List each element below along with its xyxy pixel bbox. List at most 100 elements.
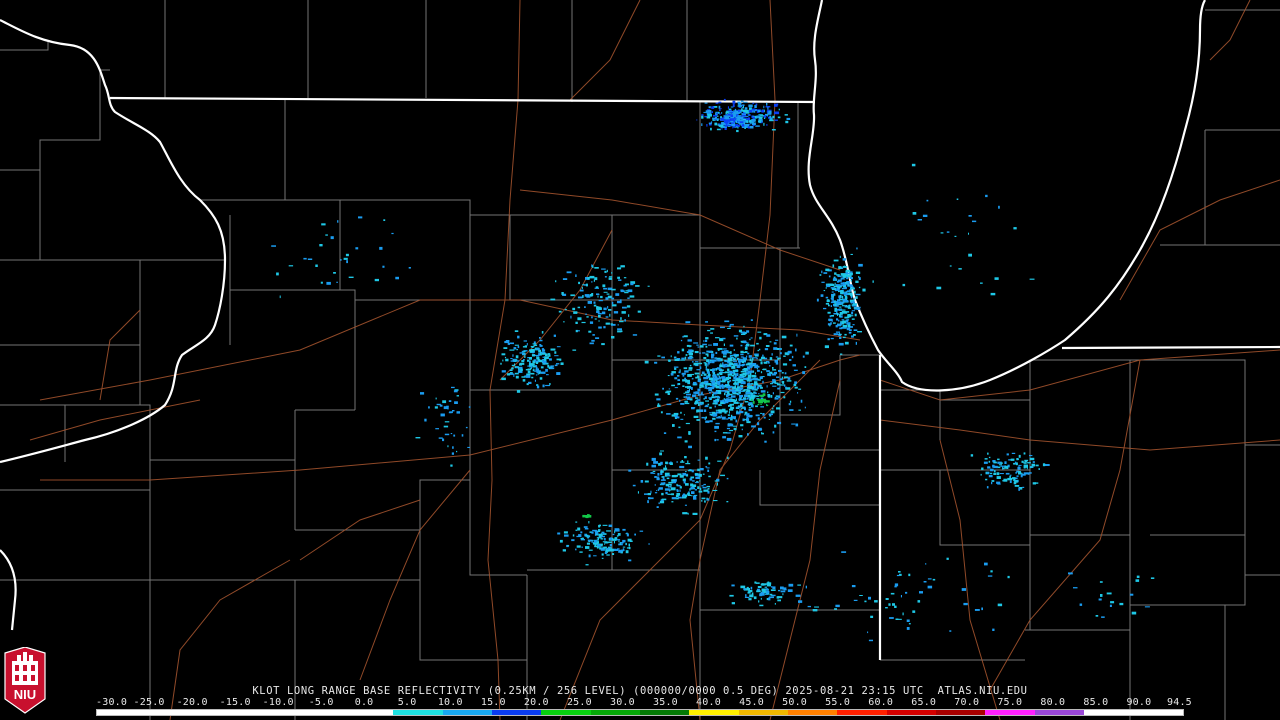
echo-pixel: [1073, 587, 1078, 589]
echo-pixel: [814, 606, 819, 608]
echo-pixel: [756, 342, 759, 345]
echo-pixel: [687, 512, 689, 515]
echo-pixel: [746, 330, 750, 333]
echo-pixel: [832, 294, 836, 296]
echo-pixel: [595, 531, 599, 534]
echo-pixel: [765, 113, 768, 116]
echo-pixel: [789, 344, 793, 347]
echo-pixel: [729, 408, 734, 411]
echo-pixel: [829, 315, 832, 318]
echo-pixel: [1004, 465, 1009, 468]
echo-pixel: [577, 306, 581, 309]
echo-pixel: [714, 438, 716, 442]
echo-pixel: [730, 112, 734, 114]
echo-pixel: [651, 457, 656, 461]
echo-pixel: [456, 395, 459, 397]
colorbar-segment: [689, 710, 739, 715]
echo-pixel: [379, 246, 383, 250]
echo-pixel: [749, 358, 752, 362]
echo-pixel: [656, 490, 658, 492]
echo-pixel: [667, 493, 672, 495]
echo-pixel: [303, 257, 307, 260]
echo-pixel: [1027, 472, 1030, 475]
echo-pixel: [778, 369, 782, 372]
echo-pixel: [442, 400, 447, 404]
echo-pixel: [821, 270, 823, 274]
echo-pixel: [787, 589, 793, 592]
echo-pixel: [705, 420, 710, 423]
echo-pixel: [902, 283, 906, 287]
echo-pixel: [585, 534, 589, 537]
echo-pixel: [846, 290, 851, 292]
echo-pixel: [998, 205, 1000, 209]
echo-pixel: [681, 496, 687, 499]
echo-pixel: [772, 367, 774, 369]
echo-pixel: [850, 253, 853, 255]
echo-pixel: [705, 404, 708, 406]
echo-pixel: [734, 108, 737, 112]
echo-pixel: [968, 215, 972, 217]
echo-pixel: [751, 383, 754, 385]
echo-pixel: [687, 381, 691, 385]
echo-pixel: [830, 337, 834, 340]
echo-pixel: [854, 313, 857, 317]
echo-pixel: [447, 407, 449, 410]
echo-pixel: [709, 392, 711, 394]
echo-pixel: [528, 381, 532, 384]
echo-pixel: [700, 409, 703, 412]
echo-pixel: [722, 408, 726, 412]
echo-pixel: [756, 368, 758, 370]
echo-pixel: [611, 301, 614, 305]
echo-pixel: [600, 538, 604, 540]
echo-pixel: [610, 323, 613, 325]
echo-pixel: [691, 469, 694, 473]
echo-pixel: [699, 386, 702, 389]
echo-pixel: [847, 307, 851, 309]
reflectivity-colorbar: [96, 709, 1184, 716]
echo-pixel: [906, 627, 910, 630]
echo-pixel: [710, 127, 712, 131]
echo-pixel: [598, 307, 602, 310]
echo-pixel: [729, 354, 732, 358]
echo-pixel: [549, 383, 551, 385]
echo-pixel: [608, 309, 612, 311]
colorbar-segment: [195, 710, 246, 715]
echo-pixel: [343, 257, 348, 260]
echo-pixel: [984, 458, 988, 460]
echo-pixel: [656, 398, 661, 401]
echo-pixel: [677, 484, 681, 487]
echo-pixel: [844, 333, 847, 336]
echo-pixel: [717, 395, 719, 399]
echo-pixel: [654, 361, 658, 364]
echo-pixel: [954, 235, 957, 237]
colorbar-tick-label: 50.0: [782, 697, 808, 708]
echo-pixel: [936, 286, 942, 290]
echo-pixel: [728, 108, 732, 111]
echo-pixel: [694, 473, 698, 475]
echo-pixel: [635, 285, 640, 287]
echo-pixel: [753, 383, 757, 385]
echo-pixel: [607, 295, 612, 299]
echo-pixel: [731, 365, 736, 369]
echo-pixel: [535, 365, 537, 367]
echo-pixel: [634, 533, 636, 536]
echo-pixel: [724, 360, 727, 362]
echo-pixel: [730, 356, 734, 358]
colorbar-segment: [245, 710, 295, 715]
echo-pixel: [760, 361, 763, 365]
echo-pixel: [737, 105, 743, 107]
echo-pixel: [719, 411, 722, 414]
echo-pixel: [1032, 461, 1035, 463]
echo-pixel: [556, 346, 561, 348]
echo-pixel: [749, 338, 751, 341]
echo-pixel: [751, 358, 754, 361]
echo-pixel: [847, 324, 851, 328]
echo-pixel: [581, 546, 583, 548]
echo-pixel: [681, 460, 683, 463]
echo-pixel: [829, 324, 831, 327]
echo-pixel: [442, 438, 445, 442]
echo-pixel: [793, 383, 797, 386]
echo-pixel: [745, 123, 750, 127]
echo-pixel: [716, 367, 721, 369]
echo-pixel: [768, 110, 772, 114]
